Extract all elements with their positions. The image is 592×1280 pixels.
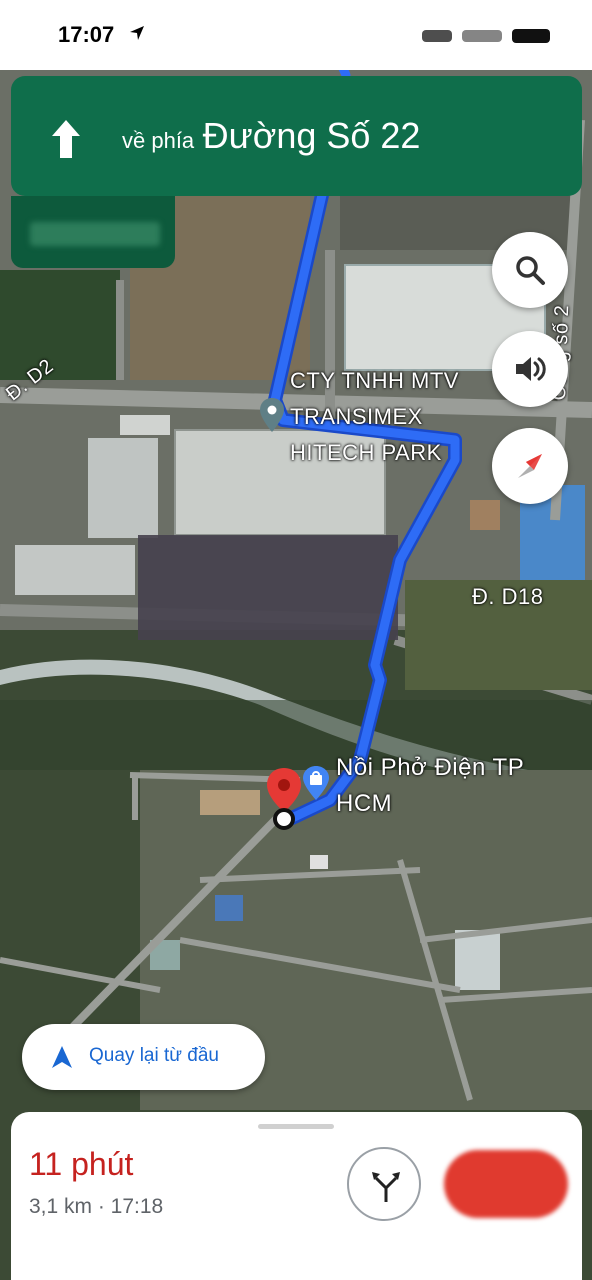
next-turn-blurred (30, 222, 160, 246)
search-icon (516, 256, 545, 285)
exit-navigation-button[interactable] (444, 1150, 568, 1218)
navigation-instruction: về phía Đường Số 22 (122, 115, 420, 157)
direction-prefix: về phía (122, 128, 195, 153)
status-bar: 17:07 (0, 0, 592, 70)
destination-label-line1: Nồi Phở Điện TP (336, 754, 525, 781)
location-arrow-icon (130, 26, 144, 40)
sheet-drag-handle[interactable] (258, 1124, 334, 1129)
search-button[interactable] (492, 232, 568, 308)
road-label-d18: Đ. D18 (472, 584, 544, 609)
speaker-icon (516, 357, 546, 381)
shopping-bag-pin-icon[interactable] (303, 766, 329, 800)
straight-arrow-icon (52, 120, 80, 158)
alternate-routes-button[interactable] (347, 1147, 421, 1221)
compass-icon (518, 454, 542, 478)
sound-button[interactable] (492, 331, 568, 407)
poi-label-company-line1: CTY TNHH MTV (290, 368, 459, 393)
recenter-button[interactable]: Quay lại từ đầu (22, 1024, 265, 1090)
company-pin-icon[interactable] (260, 398, 284, 432)
status-time: 17:07 (58, 22, 115, 47)
compass-button[interactable] (492, 428, 568, 504)
destination-label-line2: HCM (336, 790, 393, 817)
eta-duration: 11 phút (29, 1146, 134, 1182)
route-fork-icon (372, 1172, 400, 1202)
recenter-label: Quay lại từ đầu (89, 1045, 219, 1066)
poi-label-company-line3: HITECH PARK (290, 440, 442, 465)
status-indicators-icon (422, 29, 550, 43)
destination-marker-icon[interactable] (266, 768, 302, 832)
trip-details: 3,1 km · 17:18 (29, 1195, 164, 1218)
street-name: Đường Số 22 (202, 115, 421, 156)
poi-label-company-line2: TRANSIMEX (290, 404, 423, 429)
navigation-arrow-icon (52, 1046, 72, 1068)
